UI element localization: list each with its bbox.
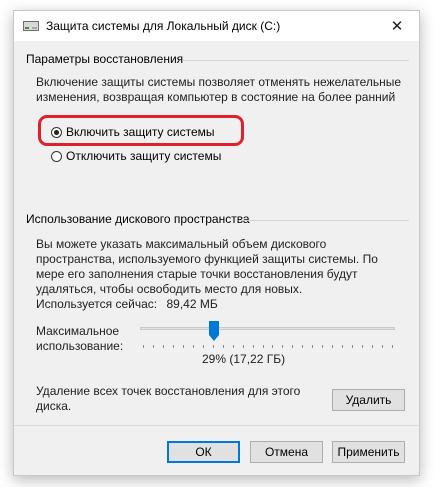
- slider-tick: [342, 345, 344, 348]
- slider-tick: [202, 345, 204, 348]
- slider-tick: [282, 345, 284, 348]
- slider-tick: [332, 345, 334, 348]
- ok-button[interactable]: ОК: [167, 441, 240, 463]
- current-usage-label: Используется сейчас:: [36, 297, 158, 311]
- slider-tick: [143, 345, 144, 348]
- disk-usage-header: Использование дискового пространства: [26, 212, 250, 226]
- slider-tick: [182, 345, 184, 348]
- slider-tick: [272, 345, 274, 348]
- slider-tick: [372, 345, 374, 348]
- slider-tick: [152, 345, 154, 348]
- slider-tick: [162, 345, 164, 348]
- slider-tick: [302, 345, 304, 348]
- radio-disable-circle[interactable]: [51, 150, 62, 162]
- restore-settings-divider: [183, 60, 409, 61]
- slider-tick: [292, 345, 294, 348]
- slider-tick: [192, 345, 194, 348]
- max-usage-slider-track[interactable]: [140, 327, 395, 330]
- radio-disable-protection[interactable]: Отключить защиту системы: [51, 149, 221, 163]
- disk-usage-divider: [241, 220, 409, 221]
- slider-tick: [262, 345, 264, 348]
- slider-tick: [362, 345, 364, 348]
- apply-button[interactable]: Применить: [332, 441, 405, 463]
- close-button[interactable]: ✕: [375, 11, 419, 41]
- close-icon: ✕: [390, 17, 404, 35]
- slider-tick: [232, 345, 234, 348]
- highlight-box: [38, 115, 244, 146]
- delete-description: Удаление всех точек восстановления для э…: [36, 384, 301, 413]
- delete-button[interactable]: Удалить: [332, 389, 405, 411]
- current-usage-value: 89,42 МБ: [166, 297, 218, 311]
- max-usage-slider-thumb[interactable]: [208, 321, 219, 341]
- current-usage-row: Используется сейчас: 89,42 МБ: [36, 297, 218, 312]
- window-title: Защита системы для Локальный диск (C:): [46, 19, 281, 33]
- slider-tick: [222, 345, 224, 348]
- slider-tick: [172, 345, 174, 348]
- slider-tick: [252, 345, 254, 348]
- slider-tick: [352, 345, 354, 348]
- slider-value-text: 29% (17,22 ГБ): [202, 352, 286, 366]
- system-protection-dialog: Защита системы для Локальный диск (C:) ✕…: [13, 10, 420, 476]
- cancel-button[interactable]: Отмена: [250, 441, 323, 463]
- disk-usage-description: Вы можете указать максимальный объем дис…: [36, 237, 378, 296]
- radio-disable-label: Отключить защиту системы: [66, 149, 222, 163]
- slider-tick: [322, 345, 324, 348]
- drive-icon: [23, 21, 39, 31]
- max-usage-label: Максимальное использование:: [36, 324, 124, 353]
- slider-tick: [392, 345, 393, 348]
- title-bar[interactable]: Защита системы для Локальный диск (C:) ✕: [14, 11, 419, 41]
- restore-settings-header: Параметры восстановления: [26, 52, 184, 66]
- footer-divider: [14, 425, 419, 426]
- slider-tick: [312, 345, 314, 348]
- restore-settings-description: Включение защиты системы позволяет отмен…: [36, 75, 402, 104]
- slider-tick: [382, 345, 384, 348]
- slider-tick: [212, 345, 214, 348]
- slider-tick: [242, 345, 244, 348]
